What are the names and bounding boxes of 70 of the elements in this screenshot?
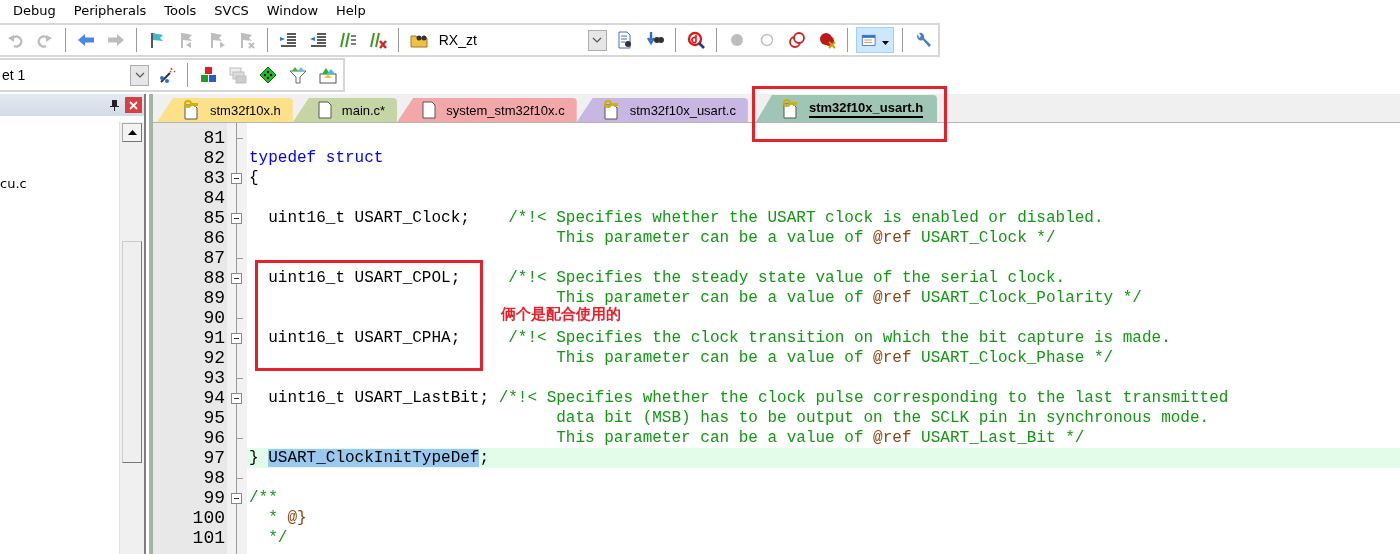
line-number: 94: [202, 388, 226, 408]
menu-item[interactable]: Help: [329, 2, 373, 18]
line-number: 99: [202, 488, 226, 508]
line-number: 87: [202, 248, 226, 268]
line-number: 86: [202, 228, 226, 248]
annotation-note: 俩个是配合使用的: [501, 305, 621, 324]
fold-icon[interactable]: [231, 172, 242, 184]
tree-item[interactable]: cu.c: [0, 174, 27, 194]
line-number: 93: [202, 368, 226, 388]
fold-icon[interactable]: [231, 272, 242, 284]
close-icon: [129, 100, 138, 110]
line-number: 101: [191, 528, 226, 548]
code-line: * @}: [267, 509, 307, 527]
file-tab[interactable]: stm32f10x_usart.h: [755, 95, 938, 122]
code-line: uint16_t USART_CPOL; /*!< Specifies the steady state value of the serial clock.: [267, 269, 1066, 287]
chevron-down-icon: [592, 37, 603, 43]
code-line: {: [249, 169, 259, 187]
line-number: 81: [202, 128, 226, 148]
file-tab[interactable]: system_stm32f10x.c: [397, 98, 577, 122]
line-number: 100: [191, 508, 226, 528]
line-number: 91: [202, 328, 226, 348]
close-button[interactable]: [125, 97, 142, 113]
caret-icon: [882, 40, 890, 45]
triangle-up-icon: [127, 130, 137, 135]
line-number: 95: [202, 408, 226, 428]
chevron-down-icon: [134, 72, 145, 78]
fold-icon[interactable]: [231, 212, 242, 224]
document-icon: [316, 101, 333, 119]
line-number: 98: [202, 468, 226, 488]
line-number: 96: [202, 428, 226, 448]
code-line: typedef struct: [249, 149, 384, 167]
window-button[interactable]: [855, 27, 895, 53]
menu-item[interactable]: Tools: [157, 2, 204, 18]
line-number: 82: [202, 148, 226, 168]
combo-field[interactable]: et 1: [0, 62, 149, 88]
line-number: 97: [202, 448, 226, 468]
menu-item[interactable]: Window: [259, 2, 326, 18]
line-number: 83: [202, 168, 226, 188]
fold-icon[interactable]: [231, 492, 242, 504]
line-number: 84: [202, 188, 226, 208]
code-line: data bit (MSB) has to be output on the SCLK pin in synchronous mode.: [555, 409, 1210, 427]
scroll-up-button[interactable]: [122, 123, 142, 142]
code-line: This parameter can be a value of @ref USART_Clock */: [555, 229, 1056, 247]
code-line: uint16_t USART_LastBit; /*!< Specifies whether the clock pulse corresponding to the last transmitted: [267, 389, 1229, 407]
code-line: This parameter can be a value of @ref USART_Clock_Polarity */: [555, 289, 1142, 307]
code-line: /**: [249, 489, 278, 507]
file-tab[interactable]: stm32f10x_usart.c: [576, 98, 748, 122]
line-number: 85: [202, 208, 226, 228]
code-line: */: [267, 529, 288, 547]
fold-icon[interactable]: [231, 332, 242, 344]
file-tab[interactable]: main.c*: [292, 98, 398, 122]
document-key-icon: [181, 100, 201, 120]
scrollbar-thumb[interactable]: [122, 241, 142, 463]
menu-item[interactable]: SVCS: [207, 2, 256, 18]
combo-field[interactable]: RX_zt: [436, 27, 607, 53]
code-line: This parameter can be a value of @ref USART_Last_Bit */: [555, 429, 1085, 447]
fold-icon[interactable]: [231, 392, 242, 404]
file-tab[interactable]: stm32f10x.h: [157, 98, 293, 122]
code-line: uint16_t USART_Clock; /*!< Specifies whether the USART clock is enabled or disabled.: [267, 209, 1104, 227]
pin-icon[interactable]: [110, 99, 119, 111]
code-line: uint16_t USART_CPHA; /*!< Specifies the clock transition on which the bit capture is made.: [267, 329, 1171, 347]
line-number: 88: [202, 268, 226, 288]
line-number: 89: [202, 288, 226, 308]
line-number: 92: [202, 348, 226, 368]
scrollbar[interactable]: [119, 122, 144, 554]
line-number: 90: [202, 308, 226, 328]
document-icon: [421, 101, 438, 119]
code-line: This parameter can be a value of @ref USART_Clock_Phase */: [555, 349, 1114, 367]
menu-item[interactable]: Peripherals: [66, 2, 154, 18]
menu-item[interactable]: Debug: [6, 2, 63, 18]
